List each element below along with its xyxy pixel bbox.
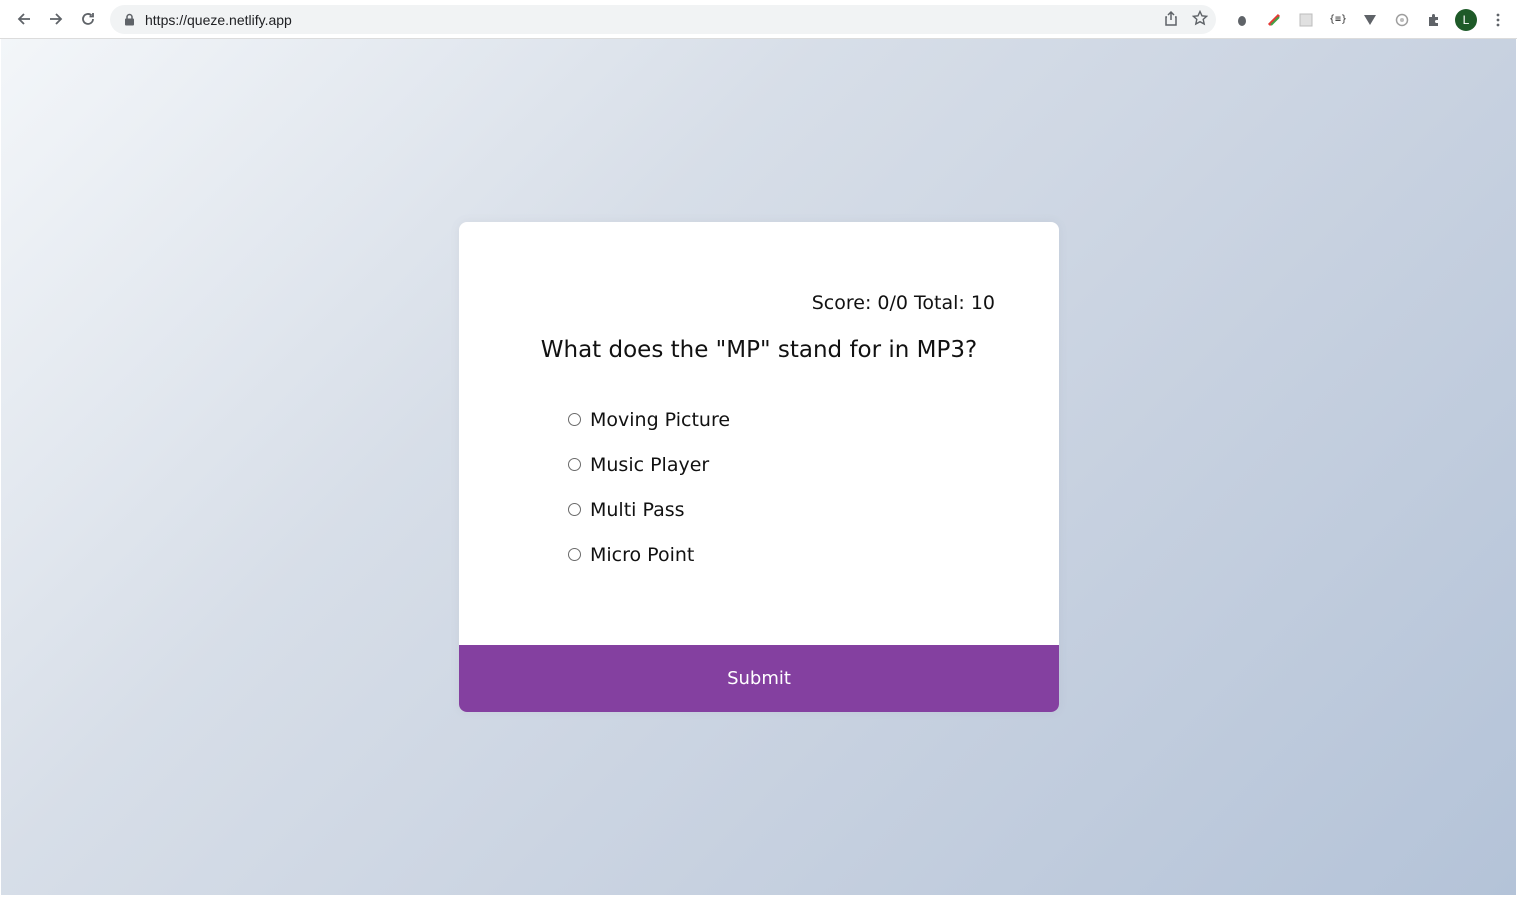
- puzzle-extensions-icon[interactable]: [1418, 0, 1450, 39]
- color-extension-icon[interactable]: [1258, 0, 1290, 39]
- radio-button[interactable]: [568, 413, 581, 426]
- answer-label[interactable]: Music Player: [590, 454, 709, 476]
- bug-extension-icon[interactable]: [1226, 0, 1258, 39]
- answer-label[interactable]: Micro Point: [590, 544, 694, 566]
- circle-extension-icon[interactable]: [1386, 0, 1418, 39]
- url-text: https://queze.netlify.app: [145, 11, 292, 28]
- address-bar[interactable]: https://queze.netlify.app: [110, 5, 1216, 34]
- arrow-right-icon: [50, 13, 63, 25]
- radio-button[interactable]: [568, 458, 581, 471]
- page-viewport: Score: 0/0 Total: 10 What does the "MP" …: [1, 39, 1516, 895]
- grid-extension-icon[interactable]: [1290, 0, 1322, 39]
- menu-kebab-icon[interactable]: [1482, 0, 1514, 39]
- quiz-card: Score: 0/0 Total: 10 What does the "MP" …: [459, 222, 1059, 712]
- answer-option[interactable]: Micro Point: [568, 532, 730, 577]
- vue-extension-icon[interactable]: [1354, 0, 1386, 39]
- avatar: L: [1455, 8, 1477, 31]
- submit-button[interactable]: Submit: [459, 645, 1059, 712]
- arrow-left-icon: [17, 13, 30, 25]
- answer-label[interactable]: Multi Pass: [590, 499, 685, 521]
- forward-button[interactable]: [40, 0, 72, 39]
- reload-button[interactable]: [72, 0, 104, 39]
- answer-label[interactable]: Moving Picture: [590, 409, 730, 431]
- answer-option[interactable]: Multi Pass: [568, 487, 730, 532]
- profile-button[interactable]: L: [1450, 0, 1482, 39]
- radio-button[interactable]: [568, 548, 581, 561]
- answer-list: Moving Picture Music Player Multi Pass M…: [568, 397, 730, 577]
- bookmark-star-icon[interactable]: [1191, 9, 1209, 30]
- share-icon[interactable]: [1164, 10, 1178, 30]
- score-text: Score: 0/0 Total: 10: [811, 292, 995, 314]
- answer-option[interactable]: Music Player: [568, 442, 730, 487]
- browser-toolbar: https://queze.netlify.app {≡} L: [0, 0, 1517, 39]
- lock-icon: [123, 13, 135, 27]
- question-text: What does the "MP" stand for in MP3?: [540, 337, 978, 363]
- back-button[interactable]: [8, 0, 40, 39]
- json-extension-icon[interactable]: {≡}: [1322, 0, 1354, 39]
- reload-icon: [82, 13, 94, 25]
- radio-button[interactable]: [568, 503, 581, 516]
- answer-option[interactable]: Moving Picture: [568, 397, 730, 442]
